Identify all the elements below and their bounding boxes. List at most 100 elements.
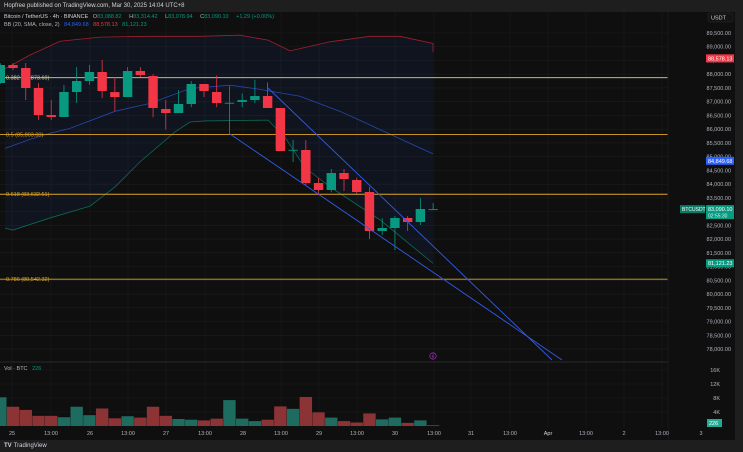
time-tick-label: 2 — [622, 431, 625, 437]
volume-bar — [95, 408, 109, 426]
volume-bar — [388, 417, 402, 426]
brand-name[interactable]: TradingView — [14, 443, 47, 449]
candle-body[interactable] — [110, 92, 120, 98]
candle-body[interactable] — [339, 173, 349, 180]
volume-label[interactable]: Vol · BTC — [4, 366, 28, 372]
time-tick-label: 31 — [468, 431, 474, 437]
volume-bar — [223, 400, 236, 426]
bar-countdown: 02:55:30 — [708, 214, 728, 220]
volume-tick-label: 8K — [713, 396, 720, 402]
candle-body[interactable] — [313, 183, 324, 190]
symbol-name[interactable]: Bitcoin / TetherUS · 4h · BINANCE — [4, 14, 88, 20]
price-chart[interactable]: 0.382 (87,873.69)0.5 (85,803.00)0.618 (8… — [0, 12, 743, 440]
time-tick-label: 13:00 — [350, 431, 364, 437]
volume-bar — [274, 406, 287, 426]
candle-body[interactable] — [428, 209, 438, 211]
volume-badge-text: 226 — [709, 421, 718, 427]
candle-body[interactable] — [59, 91, 69, 117]
candle-body[interactable] — [415, 209, 426, 223]
volume-bar — [6, 406, 20, 426]
candle-body[interactable] — [377, 227, 387, 231]
volume-bar — [248, 421, 262, 426]
volume-bar — [197, 420, 211, 426]
publish-info: Hopfree published on TradingView.com, Ma… — [4, 3, 185, 9]
volume-bar — [210, 418, 223, 426]
candle-body[interactable] — [275, 107, 286, 151]
symbol-legend: Bitcoin / TetherUS · 4h · BINANCE O83,08… — [4, 14, 277, 20]
candle-body[interactable] — [135, 71, 146, 75]
candle-body[interactable] — [161, 109, 171, 113]
ohlc-open: O83,088.82 — [93, 14, 125, 20]
candle-body[interactable] — [262, 96, 273, 108]
bb-label[interactable]: BB (20, SMA, close, 2) — [4, 22, 60, 28]
candle-body[interactable] — [84, 71, 95, 82]
volume-bar — [83, 415, 96, 426]
open-value: 83,088.82 — [97, 14, 122, 20]
price-tick-label: 89,000.00 — [707, 45, 731, 51]
candle-body[interactable] — [250, 96, 260, 101]
candle-body[interactable] — [21, 68, 31, 88]
price-tick-label: 78,500.00 — [707, 333, 731, 339]
price-tick-label: 84,500.00 — [707, 168, 731, 174]
volume-bar — [312, 412, 325, 426]
volume-tick-label: 16K — [710, 368, 720, 374]
volume-bar — [414, 420, 427, 426]
bb-upper-value: 88,578.13 — [93, 22, 118, 28]
candle-body[interactable] — [199, 84, 209, 92]
candle-body[interactable] — [97, 71, 107, 91]
volume-bar — [299, 396, 313, 426]
ohlc-close: C83,090.10 — [200, 14, 231, 20]
price-tick-label: 86,000.00 — [707, 127, 731, 133]
candle-body[interactable] — [122, 71, 133, 98]
candle-body[interactable] — [0, 65, 5, 84]
candle-body[interactable] — [33, 87, 44, 116]
candle-body[interactable] — [173, 104, 184, 113]
candle-body[interactable] — [186, 84, 196, 105]
time-tick-label: 13:00 — [503, 431, 517, 437]
candle-body[interactable] — [212, 91, 222, 103]
candle-body[interactable] — [46, 115, 56, 117]
price-tick-label: 81,500.00 — [707, 251, 731, 257]
price-tick-label: 86,500.00 — [707, 113, 731, 119]
change-value: +1.29 (+0.00%) — [236, 14, 275, 20]
volume-bar — [32, 415, 45, 426]
volume-bar — [235, 418, 249, 426]
price-tick-label: 80,500.00 — [707, 278, 731, 284]
candle-body[interactable] — [224, 102, 235, 104]
candle-body[interactable] — [237, 100, 247, 102]
volume-bar — [363, 413, 376, 426]
volume-bar — [325, 417, 338, 426]
volume-tick-label: 4K — [713, 410, 720, 416]
candle-body[interactable] — [326, 173, 336, 190]
volume-bar — [426, 425, 440, 426]
candle-body[interactable] — [71, 81, 82, 92]
volume-bar — [45, 415, 58, 426]
time-axis[interactable] — [0, 428, 668, 440]
ohlc-low: L83,078.94 — [165, 14, 196, 20]
right-scroll-edge[interactable] — [735, 12, 743, 440]
price-tick-label: 78,000.00 — [707, 347, 731, 353]
candle-body[interactable] — [8, 65, 18, 69]
time-tick-label: 13:00 — [274, 431, 288, 437]
time-tick-label: 13:00 — [579, 431, 593, 437]
candle-body[interactable] — [301, 150, 311, 184]
fib-level-label: 0.618 (83,632.51) — [6, 192, 50, 198]
candle-body[interactable] — [390, 217, 400, 228]
price-tick-label: 85,500.00 — [707, 141, 731, 147]
price-tick-label: 82,500.00 — [707, 223, 731, 229]
candle-body[interactable] — [364, 191, 375, 231]
volume-value: 226 — [32, 366, 42, 372]
bb-upper-price-badge-text: 88,578.13 — [708, 56, 732, 62]
publish-header: Hopfree published on TradingView.com, Ma… — [0, 0, 743, 12]
low-value: 83,078.94 — [168, 14, 193, 20]
volume-bar — [159, 415, 172, 426]
bb-lower-price-badge-text: 81,121.23 — [708, 261, 732, 267]
high-value: 83,314.42 — [133, 14, 158, 20]
volume-bar — [286, 408, 300, 426]
time-tick-label: 13:00 — [427, 431, 441, 437]
bb-basis-price-badge-text: 84,849.68 — [708, 159, 732, 165]
candle-body[interactable] — [352, 180, 362, 192]
candle-body[interactable] — [148, 76, 158, 108]
candle-body[interactable] — [288, 149, 298, 151]
fib-level-label: 0.786 (80,542.32) — [6, 277, 50, 283]
